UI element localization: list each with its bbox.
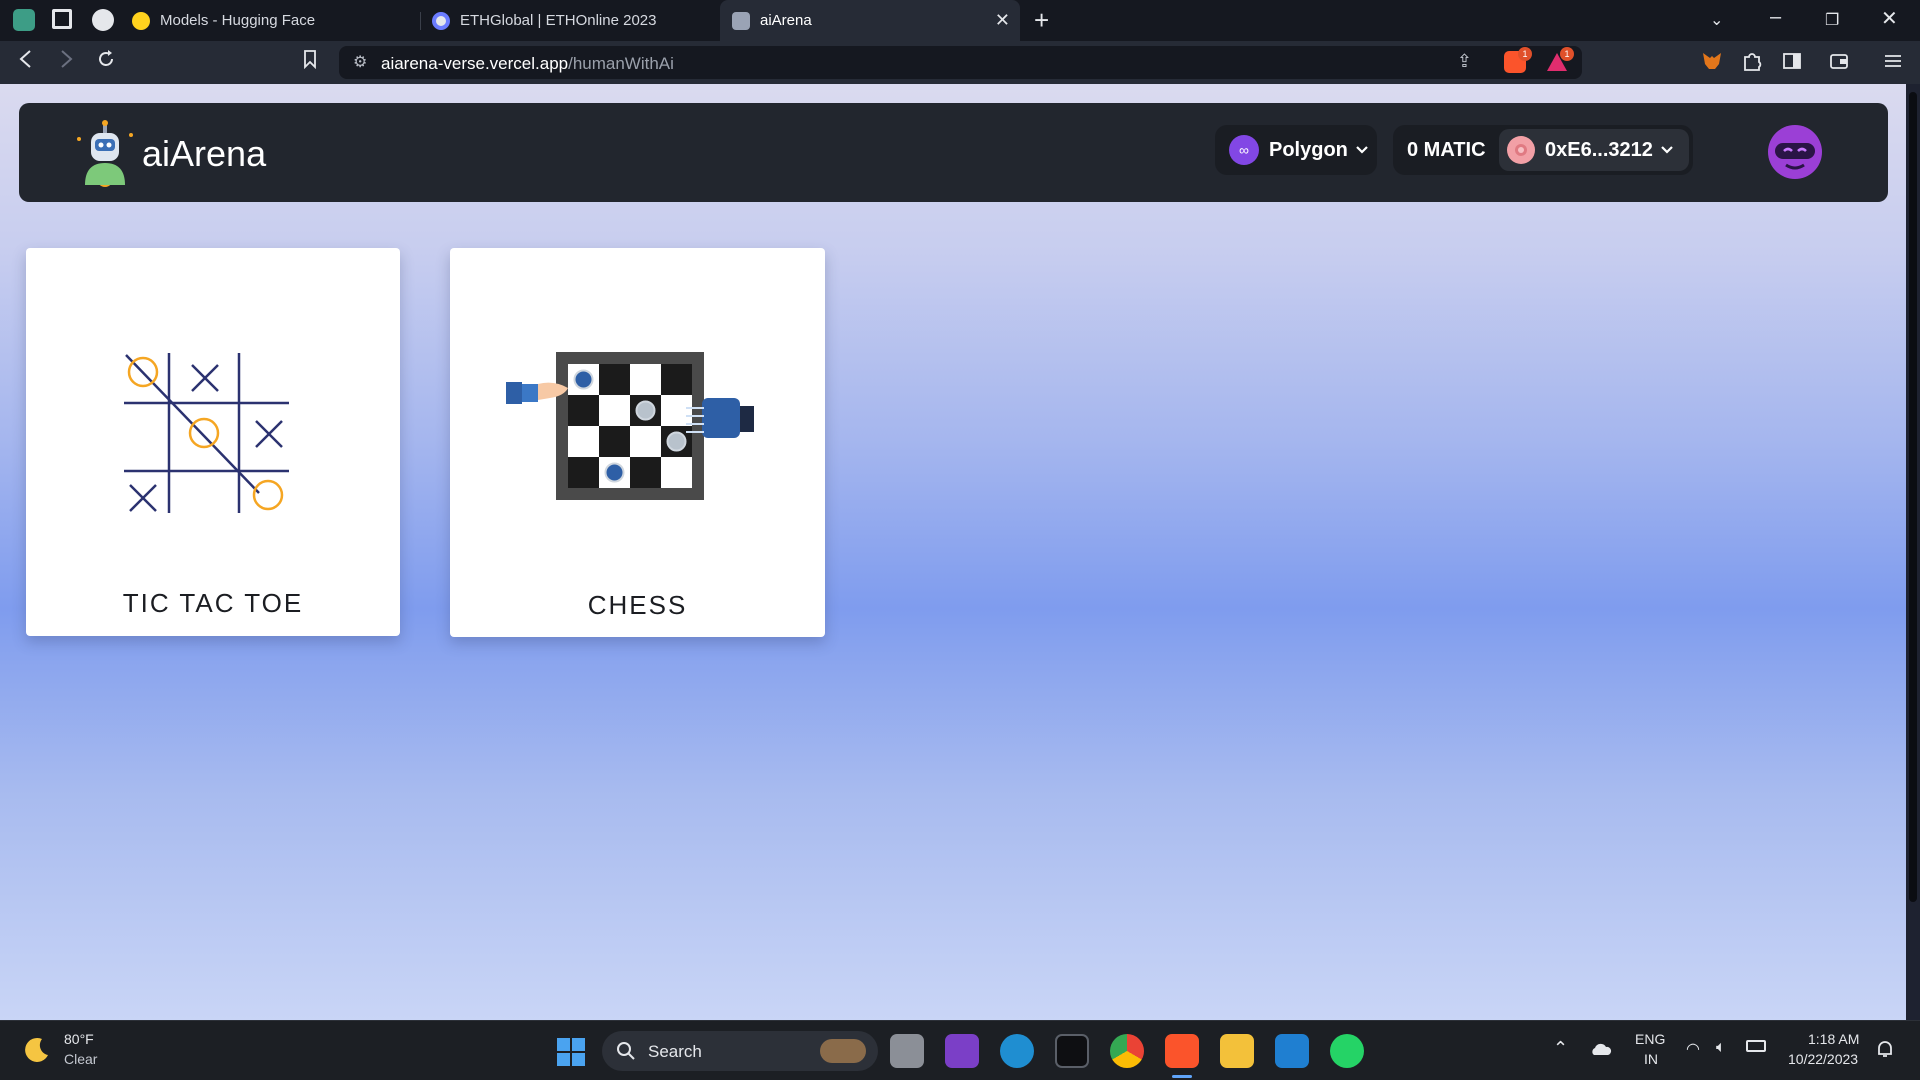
input-language[interactable]: ENG [1635,1031,1665,1047]
active-app-indicator [1172,1075,1192,1078]
page-content: aiArena ∞ Polygon 0 MATIC 0xE6...3212 TI… [0,84,1906,1020]
chevron-down-icon [1661,146,1673,154]
tab-hugging-face[interactable]: Models - Hugging Face [120,0,420,41]
bookmark-icon[interactable] [302,49,318,75]
profile-avatar-icon[interactable] [1766,123,1824,181]
moon-weather-icon[interactable] [22,1035,52,1065]
network-name: Polygon [1269,138,1348,161]
close-window-button[interactable]: ✕ [1881,6,1898,31]
chess-piece [604,462,625,483]
game-title: TIC TAC TOE [122,588,304,618]
chess-board-illustration-icon [506,352,754,500]
ethglobal-icon [432,11,450,30]
chess-piece [573,369,594,390]
extensions-puzzle-icon[interactable] [1741,50,1763,72]
site-settings-icon[interactable]: ⚙ [353,52,367,72]
search-icon [617,1042,635,1060]
share-icon[interactable]: ⇪ [1457,51,1472,72]
edge-icon[interactable] [1000,1034,1034,1068]
aiarena-favicon-icon [732,11,750,30]
weather-description[interactable]: Clear [64,1051,97,1067]
chrome-icon[interactable] [1110,1034,1144,1068]
balance-text: 0 MATIC [1407,139,1486,161]
wifi-icon[interactable]: ◠ [1686,1039,1700,1059]
aiarena-robot-logo-icon[interactable] [71,119,139,187]
file-explorer-icon[interactable] [1220,1034,1254,1068]
browser-tab-strip: Models - Hugging Face ETHGlobal | ETHOnl… [0,0,1920,41]
page-scrollbar[interactable] [1906,84,1920,1020]
taskbar-search-box[interactable]: Search [602,1031,878,1071]
wallet-address: 0xE6...3212 [1545,138,1653,161]
sidebar-toggle-icon[interactable] [1781,50,1803,72]
address-bar[interactable]: ⚙ aiarena-verse.vercel.app/humanWithAi ⇪… [339,46,1582,79]
brave-browser-icon[interactable] [1165,1034,1199,1068]
wallet-icon[interactable] [1828,50,1850,72]
address-pill[interactable]: 0xE6...3212 [1499,129,1689,171]
task-view-icon[interactable] [890,1034,924,1068]
onenote-icon[interactable] [945,1034,979,1068]
restore-window-button[interactable]: ❐ [1825,10,1839,30]
search-label: Search [648,1042,702,1061]
menu-hamburger-icon[interactable] [1882,50,1904,72]
battery-icon[interactable] [1746,1040,1766,1052]
tic-tac-toe-illustration-icon [124,353,289,513]
tab-title: ETHGlobal | ETHOnline 2023 [460,12,657,29]
notification-bell-icon[interactable] [1876,1039,1894,1059]
chatgpt-pinned-tab-icon[interactable] [13,9,35,31]
forward-button[interactable] [58,49,74,75]
reload-button[interactable] [96,49,116,75]
tab-title: Models - Hugging Face [160,12,316,29]
weather-temperature[interactable]: 80°F [64,1031,94,1047]
volume-icon[interactable]: 🔈︎ [1716,1039,1726,1057]
chess-piece [635,400,656,421]
brave-rewards-icon[interactable]: 1 [1546,47,1574,73]
windows-taskbar: 80°F Clear Search ⌃ ENG IN ◠ 🔈︎ 1:18 AM … [0,1020,1920,1080]
tab-title: aiArena [760,12,812,29]
github-pinned-tab-icon[interactable] [92,9,114,31]
chess-piece [666,431,687,452]
windows-start-icon[interactable] [556,1037,586,1067]
game-title: CHESS [587,590,688,620]
show-hidden-icons-chevron-icon[interactable]: ⌃ [1553,1038,1568,1059]
clock-time[interactable]: 1:18 AM [1808,1031,1859,1047]
close-tab-icon[interactable]: ✕ [995,10,1010,31]
whatsapp-icon[interactable] [1330,1034,1364,1068]
back-button[interactable] [18,49,34,75]
brave-shields-icon[interactable]: 1 [1504,47,1532,73]
onedrive-cloud-icon[interactable] [1588,1041,1612,1057]
network-selector-button[interactable]: ∞ Polygon [1215,125,1377,175]
tab-search-chevron-icon[interactable]: ⌄ [1710,10,1723,30]
terminal-icon[interactable] [1055,1034,1089,1068]
browser-toolbar: ⚙ aiarena-verse.vercel.app/humanWithAi ⇪… [0,41,1920,84]
hugging-face-icon [132,11,150,30]
framer-pinned-tab-icon[interactable] [52,9,72,29]
tab-ethglobal[interactable]: ETHGlobal | ETHOnline 2023 [420,0,720,41]
metamask-extension-icon[interactable] [1701,50,1723,72]
chevron-down-icon [1356,146,1368,154]
account-button[interactable]: 0 MATIC 0xE6...3212 [1393,125,1693,175]
new-tab-button[interactable]: + [1034,5,1049,36]
game-card-tic-tac-toe[interactable]: TIC TAC TOE [26,248,400,636]
game-card-chess[interactable]: CHESS [450,248,825,637]
brand-name[interactable]: aiArena [142,133,266,175]
scrollbar-thumb[interactable] [1909,92,1917,902]
polygon-icon: ∞ [1229,135,1259,165]
url-text: aiarena-verse.vercel.app/humanWithAi [381,54,674,73]
clock-date[interactable]: 10/22/2023 [1788,1051,1858,1067]
vscode-icon[interactable] [1275,1034,1309,1068]
tab-aiarena[interactable]: aiArena ✕ [720,0,1020,41]
minimize-window-button[interactable]: – [1770,6,1781,29]
app-navbar: aiArena ∞ Polygon 0 MATIC 0xE6...3212 [19,103,1888,202]
account-avatar-icon [1507,136,1535,164]
search-highlight-icon [820,1039,866,1063]
input-region[interactable]: IN [1644,1051,1658,1067]
